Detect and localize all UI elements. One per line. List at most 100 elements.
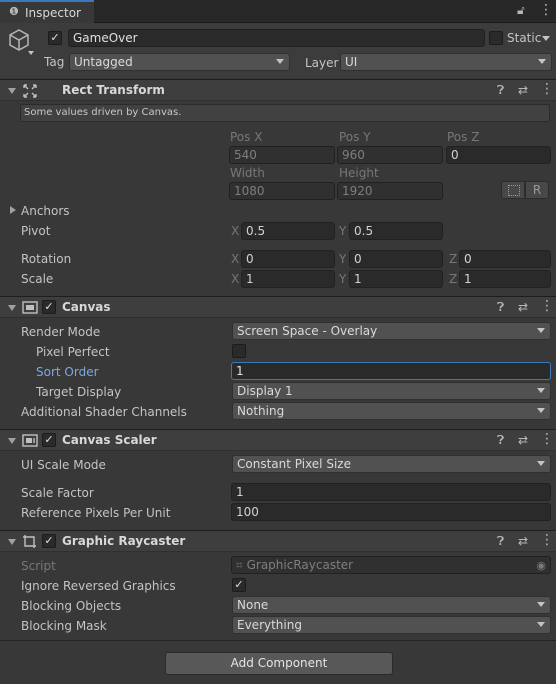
rotation-z-field[interactable]: 0 [459, 250, 551, 268]
pivot-x-label: X [231, 224, 240, 238]
tab-inspector[interactable]: ❶ Inspector [0, 0, 94, 23]
cube-icon [9, 29, 29, 51]
anchors-label[interactable]: Anchors [21, 204, 70, 218]
rotation-x-field[interactable]: 0 [241, 250, 335, 268]
rect-transform-header[interactable]: Rect Transform ❓︎ ⇄ ⋮ [0, 79, 556, 101]
height-label: Height [339, 166, 379, 180]
foldout-arrow-icon[interactable] [8, 539, 16, 545]
sort-order-label: Sort Order [36, 365, 99, 379]
scale-x-field[interactable]: 1 [241, 270, 335, 288]
canvas-header[interactable]: ✓ Canvas ❓︎ ⇄ ⋮ [0, 296, 556, 318]
gameobject-active-checkbox[interactable]: ✓ [48, 31, 62, 45]
canvas-title: Canvas [62, 300, 111, 314]
add-component-button[interactable]: Add Component [165, 652, 393, 675]
ui-scale-mode-dropdown[interactable]: Constant Pixel Size [232, 455, 551, 473]
presets-icon[interactable]: ⇄ [518, 83, 528, 97]
kebab-menu-icon[interactable]: ⋮ [540, 299, 554, 313]
ref-ppu-label: Reference Pixels Per Unit [21, 506, 171, 520]
scale-z-field[interactable]: 1 [459, 270, 551, 288]
ui-scale-mode-value: Constant Pixel Size [237, 457, 351, 471]
help-icon[interactable]: ❓︎ [497, 300, 504, 314]
gameobject-name-field[interactable]: GameOver [68, 29, 485, 47]
pivot-x-field[interactable]: 0.5 [241, 222, 335, 240]
rotation-y-field[interactable]: 0 [349, 250, 443, 268]
chevron-down-icon [537, 388, 545, 393]
anchors-foldout-arrow[interactable] [10, 206, 16, 214]
tag-label: Tag [44, 55, 65, 69]
chevron-down-icon [537, 622, 545, 627]
script-label: Script [21, 559, 56, 573]
shader-channels-dropdown[interactable]: Nothing [232, 402, 551, 420]
posx-field: 540 [229, 146, 335, 164]
rotation-label: Rotation [21, 252, 72, 266]
raw-edit-button[interactable]: R [525, 181, 549, 199]
ref-ppu-field[interactable]: 100 [231, 503, 551, 521]
add-component-label: Add Component [230, 656, 328, 670]
kebab-menu-icon[interactable]: ⋮ [540, 533, 554, 547]
static-dropdown-arrow[interactable] [542, 36, 550, 41]
shader-channels-label: Additional Shader Channels [21, 405, 187, 419]
scale-label: Scale [21, 272, 54, 286]
chevron-down-icon [537, 408, 545, 413]
graphic-raycaster-title: Graphic Raycaster [62, 534, 186, 548]
blocking-mask-dropdown[interactable]: Everything [232, 616, 551, 634]
blueprint-mode-button[interactable] [501, 181, 525, 199]
blocking-mask-label: Blocking Mask [21, 619, 107, 633]
pixel-perfect-checkbox[interactable] [232, 344, 246, 358]
scale-factor-field[interactable]: 1 [231, 483, 551, 501]
prefab-dropdown-arrow[interactable] [28, 51, 34, 55]
scale-y-field[interactable]: 1 [349, 270, 443, 288]
help-icon[interactable]: ❓︎ [497, 534, 504, 548]
kebab-menu-icon[interactable]: ⋮ [540, 82, 554, 96]
rotation-z-label: Z [449, 252, 458, 266]
layer-value: UI [345, 55, 358, 69]
shader-channels-value: Nothing [237, 404, 285, 418]
dotted-rect-icon [508, 185, 520, 196]
target-display-label: Target Display [36, 385, 122, 399]
blocking-objects-value: None [237, 598, 269, 612]
render-mode-label: Render Mode [21, 325, 101, 339]
pivot-y-label: Y [339, 224, 347, 238]
object-picker-icon: ◉ [536, 559, 546, 572]
foldout-arrow-icon[interactable] [8, 438, 16, 444]
foldout-arrow-icon[interactable] [8, 305, 16, 311]
kebab-menu-icon[interactable]: ⋮ [540, 432, 554, 446]
canvas-enabled-checkbox[interactable]: ✓ [42, 300, 56, 314]
raycaster-icon [23, 535, 36, 548]
canvas-scaler-enabled-checkbox[interactable]: ✓ [42, 433, 56, 447]
target-display-dropdown[interactable]: Display 1 [232, 382, 551, 400]
scale-y-label: Y [339, 272, 347, 286]
blocking-objects-label: Blocking Objects [21, 599, 122, 613]
rect-transform-icon [23, 84, 37, 98]
canvas-scaler-header[interactable]: ✓ Canvas Scaler ❓︎ ⇄ ⋮ [0, 429, 556, 451]
static-checkbox[interactable] [489, 31, 503, 45]
ignore-reversed-label: Ignore Reversed Graphics [21, 579, 176, 593]
render-mode-dropdown[interactable]: Screen Space - Overlay [232, 322, 551, 340]
rotation-x-label: X [231, 252, 240, 266]
presets-icon[interactable]: ⇄ [518, 534, 528, 548]
presets-icon[interactable]: ⇄ [518, 300, 528, 314]
posz-field[interactable]: 0 [446, 146, 551, 164]
graphic-raycaster-header[interactable]: ✓ Graphic Raycaster ❓︎ ⇄ ⋮ [0, 530, 556, 552]
layer-dropdown[interactable]: UI [340, 53, 552, 71]
chevron-down-icon [537, 602, 545, 607]
script-file-icon: ⌗ [236, 558, 243, 572]
help-icon[interactable]: ❓︎ [497, 83, 504, 97]
presets-icon[interactable]: ⇄ [518, 433, 528, 447]
lock-icon[interactable]: 🔓︎ [517, 3, 525, 17]
tag-dropdown[interactable]: Untagged [69, 53, 290, 71]
help-icon[interactable]: ❓︎ [497, 433, 504, 447]
kebab-menu-icon[interactable]: ⋮ [539, 3, 553, 17]
foldout-arrow-icon[interactable] [8, 88, 16, 94]
sort-order-field[interactable]: 1 [231, 362, 551, 380]
driven-info-box: Some values driven by Canvas. [20, 104, 550, 122]
script-field: ⌗ GraphicRaycaster ◉ [231, 556, 551, 574]
static-label[interactable]: Static [507, 31, 541, 45]
blocking-objects-dropdown[interactable]: None [232, 596, 551, 614]
section-divider [0, 640, 556, 641]
graphic-raycaster-enabled-checkbox[interactable]: ✓ [42, 534, 56, 548]
pivot-y-field[interactable]: 0.5 [349, 222, 443, 240]
ignore-reversed-checkbox[interactable]: ✓ [232, 578, 246, 592]
ui-scale-mode-label: UI Scale Mode [21, 458, 106, 472]
chevron-down-icon [537, 461, 545, 466]
